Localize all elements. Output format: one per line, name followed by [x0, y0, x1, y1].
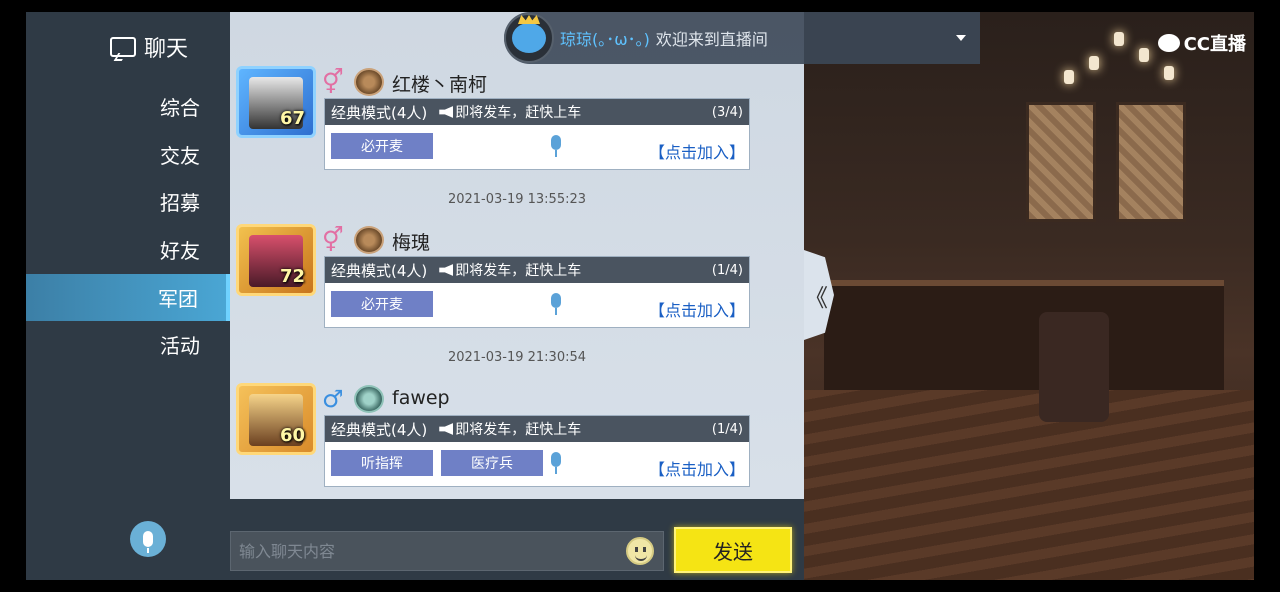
chat-input-bar: 发送: [26, 499, 804, 580]
nav-item-general[interactable]: 综合: [26, 83, 230, 130]
viewer-avatar: [504, 13, 554, 63]
nav-item-legion[interactable]: 军团: [26, 274, 230, 321]
username[interactable]: fawep: [392, 387, 450, 409]
team-invite-card: 经典模式(4人) 即将发车，赶快上车 (1/4) 必开麦 【点击加入】: [324, 256, 750, 328]
level-badge: 67: [279, 108, 305, 129]
game-mode: 经典模式(4人): [331, 261, 428, 280]
recruit-message: 60 ♂ fawep 经典模式(4人) 即将发车，赶快上车 (1/4) 听指挥 …: [236, 383, 756, 493]
game-screen: 聊天 综合 交友 招募 好友 军团 活动 67 ⚥ 红楼丶南柯 经典模式(4人)…: [26, 12, 1254, 580]
card-notice: 即将发车，赶快上车: [439, 419, 700, 439]
nav-item-recruit[interactable]: 招募: [26, 178, 230, 225]
rank-emblem-icon: [354, 226, 384, 254]
nav-item-label: 好友: [160, 239, 200, 263]
emoji-button[interactable]: [626, 537, 654, 565]
requirement-tag: 医疗兵: [441, 450, 543, 476]
microphone-icon: [551, 452, 561, 474]
requirement-tag: 必开麦: [331, 133, 433, 159]
microphone-icon: [551, 135, 561, 157]
requirement-tag: 听指挥: [331, 450, 433, 476]
viewer-name: 琼琼(｡･ω･｡): [560, 30, 650, 49]
microphone-icon: [143, 531, 153, 553]
microphone-icon: [551, 293, 561, 315]
join-team-link[interactable]: 【点击加入】: [649, 297, 745, 321]
avatar[interactable]: 60: [236, 383, 316, 455]
chat-input[interactable]: [230, 531, 664, 571]
megaphone-icon: [439, 423, 454, 435]
nav-item-activity[interactable]: 活动: [26, 321, 230, 368]
chandelier-light: [1114, 32, 1124, 46]
notice-text: 即将发车，赶快上车: [455, 263, 582, 279]
team-count: (1/4): [711, 262, 743, 278]
recruit-message: 72 ⚥ 梅瑰 经典模式(4人) 即将发车，赶快上车 (1/4) 必开麦 【点击…: [236, 224, 756, 334]
chandelier-light: [1089, 56, 1099, 70]
card-body: 必开麦 【点击加入】: [325, 283, 749, 327]
level-badge: 72: [279, 266, 305, 287]
welcome-notice-bar[interactable]: 琼琼(｡･ω･｡) 欢迎来到直播间: [504, 12, 980, 64]
rank-emblem-icon: [354, 385, 384, 413]
nav-item-label: 交友: [160, 144, 200, 168]
chat-title: 聊天: [110, 32, 188, 62]
gender-icon: ♂: [322, 385, 344, 413]
gender-icon: ⚥: [322, 68, 344, 96]
team-count: (3/4): [711, 104, 743, 120]
join-team-link[interactable]: 【点击加入】: [649, 456, 745, 480]
nav-item-label: 综合: [160, 96, 200, 120]
chandelier-light: [1139, 48, 1149, 62]
chat-sidebar: 聊天 综合 交友 招募 好友 军团 活动: [26, 12, 230, 499]
avatar[interactable]: 67: [236, 66, 316, 138]
gender-icon: ⚥: [322, 226, 344, 254]
dropdown-caret-icon[interactable]: [956, 35, 966, 41]
message-timestamp: 2021-03-19 13:55:23: [447, 192, 587, 207]
team-invite-card: 经典模式(4人) 即将发车，赶快上车 (1/4) 听指挥 医疗兵 【点击加入】: [324, 415, 750, 487]
avatar[interactable]: 72: [236, 224, 316, 296]
join-team-link[interactable]: 【点击加入】: [649, 139, 745, 163]
rank-emblem-icon: [354, 68, 384, 96]
level-badge: 60: [279, 425, 305, 446]
megaphone-icon: [439, 264, 454, 276]
card-header: 经典模式(4人) 即将发车，赶快上车 (1/4): [325, 416, 749, 442]
card-header: 经典模式(4人) 即将发车，赶快上车 (1/4): [325, 257, 749, 283]
nav-item-label: 招募: [160, 191, 200, 215]
message-timestamp: 2021-03-19 21:30:54: [447, 350, 587, 365]
notice-text: 即将发车，赶快上车: [455, 105, 582, 121]
nav-item-friends[interactable]: 好友: [26, 226, 230, 273]
chat-bubble-icon: [110, 37, 136, 57]
team-count: (1/4): [711, 421, 743, 437]
send-button[interactable]: 发送: [674, 527, 792, 573]
megaphone-icon: [439, 106, 454, 118]
card-header: 经典模式(4人) 即将发车，赶快上车 (3/4): [325, 99, 749, 125]
game-background: [804, 12, 1254, 580]
nav-item-label: 军团: [158, 287, 198, 311]
background-window: [1026, 102, 1096, 222]
requirement-tag: 必开麦: [331, 291, 433, 317]
chevron-left-icon: 《: [804, 283, 828, 312]
nav-item-friends-social[interactable]: 交友: [26, 131, 230, 178]
crowned-face-icon: [512, 23, 546, 53]
chandelier-light: [1164, 66, 1174, 80]
card-body: 必开麦 【点击加入】: [325, 125, 749, 169]
wooden-floor: [804, 390, 1254, 580]
card-notice: 即将发车，赶快上车: [439, 260, 700, 280]
leather-chair: [1039, 312, 1109, 422]
card-body: 听指挥 医疗兵 【点击加入】: [325, 442, 749, 486]
welcome-text: 欢迎来到直播间: [655, 30, 768, 49]
username[interactable]: 梅瑰: [392, 228, 430, 255]
notice-text: 即将发车，赶快上车: [455, 422, 582, 438]
nav-item-label: 活动: [160, 334, 200, 358]
background-window: [1116, 102, 1186, 222]
chat-panel[interactable]: 67 ⚥ 红楼丶南柯 经典模式(4人) 即将发车，赶快上车 (3/4) 必开麦 …: [230, 12, 804, 499]
chandelier-light: [1064, 70, 1074, 84]
game-mode: 经典模式(4人): [331, 420, 428, 439]
recruit-message: 67 ⚥ 红楼丶南柯 经典模式(4人) 即将发车，赶快上车 (3/4) 必开麦 …: [236, 66, 756, 176]
game-mode: 经典模式(4人): [331, 103, 428, 122]
username[interactable]: 红楼丶南柯: [392, 70, 487, 97]
cc-live-watermark: CC直播: [1157, 30, 1246, 56]
team-invite-card: 经典模式(4人) 即将发车，赶快上车 (3/4) 必开麦 【点击加入】: [324, 98, 750, 170]
voice-input-button[interactable]: [130, 521, 166, 557]
watermark-text: CC直播: [1183, 34, 1246, 55]
chat-title-label: 聊天: [144, 37, 189, 62]
card-notice: 即将发车，赶快上车: [439, 102, 700, 122]
bar-counter: [824, 280, 1224, 390]
cc-logo-icon: [1157, 34, 1180, 52]
